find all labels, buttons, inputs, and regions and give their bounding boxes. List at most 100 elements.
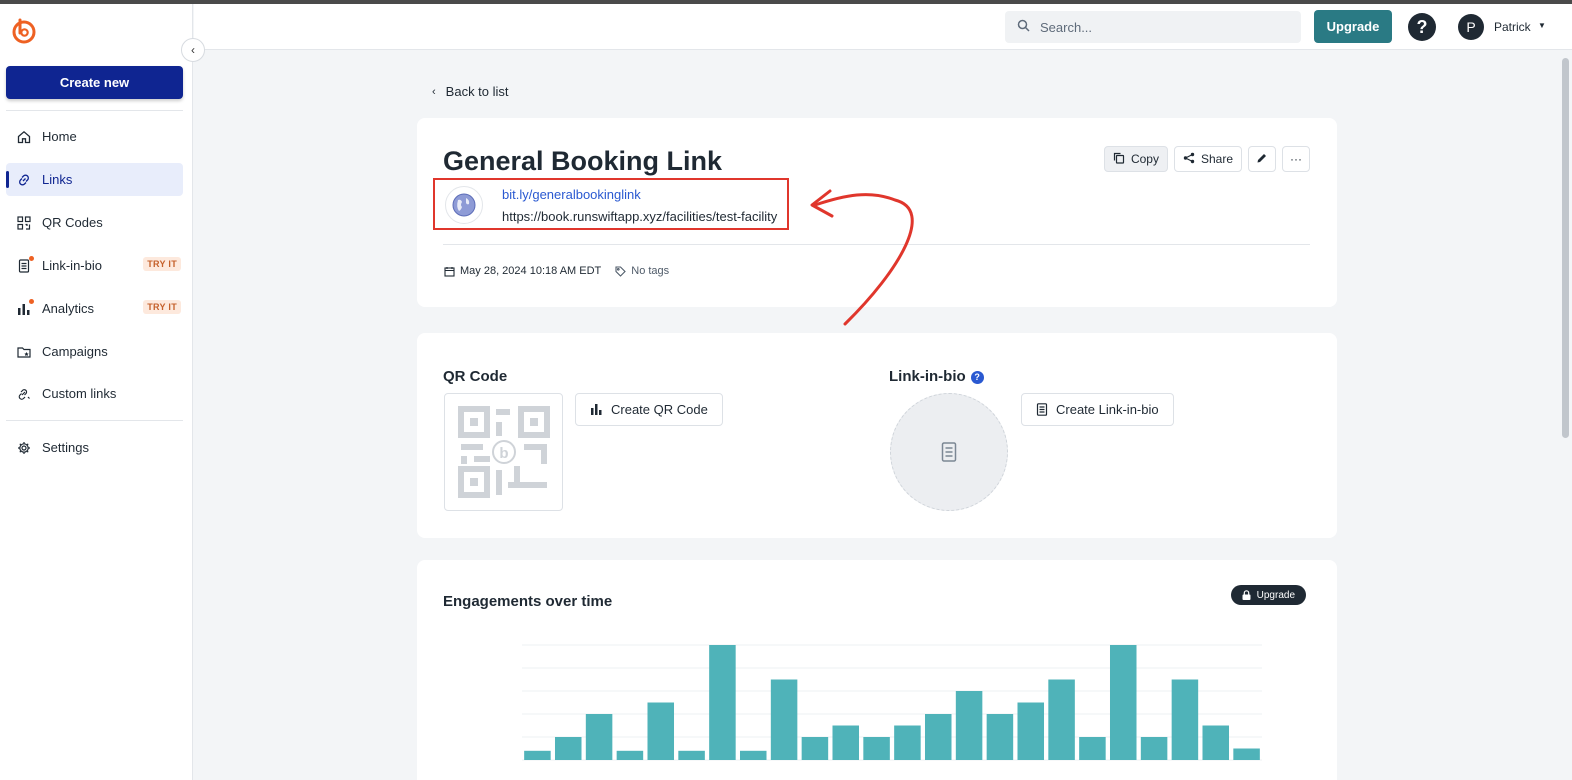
chart-bar[interactable]: [1140, 737, 1168, 760]
chevron-left-icon: ‹: [432, 85, 436, 98]
share-button[interactable]: Share: [1173, 146, 1242, 172]
qr-icon: [16, 215, 32, 231]
help-icon[interactable]: ?: [970, 370, 984, 384]
try-it-badge: TRY IT: [143, 257, 181, 271]
create-new-button[interactable]: Create new: [6, 66, 183, 99]
scrollbar-thumb[interactable]: [1562, 58, 1569, 438]
link-in-bio-title: Link-in-bio?: [889, 368, 984, 385]
sidebar-item-label: Home: [42, 129, 77, 144]
link-in-bio-title-text: Link-in-bio: [889, 368, 966, 385]
avatar[interactable]: P: [1458, 14, 1484, 40]
sidebar-item-label: Campaigns: [42, 344, 108, 359]
chart-bar[interactable]: [770, 679, 798, 761]
engagements-chart: [522, 644, 1262, 761]
sidebar-item-settings[interactable]: Settings: [6, 431, 183, 464]
user-name[interactable]: Patrick: [1494, 20, 1531, 34]
chart-bar[interactable]: [1233, 748, 1260, 761]
bar-chart-icon: [16, 298, 34, 317]
chart-bar[interactable]: [524, 750, 551, 760]
chart-bar[interactable]: [647, 702, 675, 761]
sidebar-item-campaigns[interactable]: Campaigns: [6, 335, 183, 368]
copy-button[interactable]: Copy: [1103, 146, 1168, 172]
chart-bar[interactable]: [801, 737, 829, 760]
chart-bar[interactable]: [1079, 737, 1106, 760]
bitly-logo-icon[interactable]: [10, 16, 38, 44]
chart-bar[interactable]: [709, 645, 736, 760]
home-icon: [16, 129, 32, 145]
notification-dot: [29, 255, 34, 261]
chart-bar[interactable]: [585, 714, 613, 760]
collapse-sidebar-button[interactable]: ‹: [181, 38, 205, 62]
chart-bar[interactable]: [739, 750, 767, 760]
upgrade-button[interactable]: Upgrade: [1314, 10, 1392, 43]
create-link-in-bio-label: Create Link-in-bio: [1056, 402, 1159, 417]
link-meta: May 28, 2024 10:18 AM EDT No tags: [444, 265, 669, 277]
gear-icon: [16, 440, 32, 456]
chart-bar[interactable]: [678, 750, 705, 760]
custom-link-icon: [16, 386, 32, 402]
sidebar-item-qr-codes[interactable]: QR Codes: [6, 206, 183, 239]
link-details-card: General Booking Link Copy Share ··· bit.…: [417, 118, 1337, 307]
engagements-card: Engagements over time Upgrade: [417, 560, 1337, 780]
scrollbar[interactable]: [1558, 50, 1572, 780]
sidebar-item-label: QR Codes: [42, 215, 103, 230]
search-input[interactable]: Search...: [1005, 11, 1301, 43]
page-icon: [941, 442, 957, 462]
chart-bar[interactable]: [894, 725, 921, 761]
sidebar-item-label: Link-in-bio: [42, 258, 102, 273]
chart-bar[interactable]: [955, 691, 983, 760]
chart-bar[interactable]: [1017, 702, 1045, 761]
edit-button[interactable]: [1248, 146, 1276, 172]
search-icon: [1017, 19, 1030, 35]
upgrade-pill-button[interactable]: Upgrade: [1230, 585, 1306, 605]
chart-bar[interactable]: [616, 750, 644, 760]
qr-and-bio-card: QR Code b Create QR Code Link-in-bio? Cr…: [417, 333, 1337, 538]
sidebar-item-home[interactable]: Home: [6, 120, 183, 153]
copy-icon: [1113, 152, 1125, 167]
calendar-icon: [444, 266, 455, 277]
link-actions: Copy Share ···: [1103, 146, 1310, 172]
create-link-in-bio-button[interactable]: Create Link-in-bio: [1021, 393, 1174, 426]
page-title: General Booking Link: [443, 146, 723, 176]
sidebar-divider: [6, 420, 183, 421]
qr-placeholder-icon: b: [457, 406, 550, 498]
sidebar-item-link-in-bio[interactable]: Link-in-bio TRY IT: [6, 249, 183, 282]
sidebar-item-analytics[interactable]: Analytics TRY IT: [6, 292, 183, 325]
more-options-button[interactable]: ···: [1282, 146, 1310, 172]
chart-bar[interactable]: [832, 725, 860, 761]
try-it-badge: TRY IT: [143, 300, 181, 314]
link-icon: [16, 172, 32, 188]
chart-bar[interactable]: [1048, 679, 1075, 761]
copy-label: Copy: [1130, 152, 1159, 166]
chart-bar[interactable]: [1171, 679, 1199, 761]
link-in-bio-preview: [890, 393, 1008, 511]
qr-code-title: QR Code: [443, 368, 508, 385]
chevron-left-icon: ‹: [191, 43, 195, 57]
annotation-highlight-box: [433, 178, 789, 230]
sidebar: Create new Home Links QR Codes Link-in-b…: [0, 4, 193, 780]
chart-bar[interactable]: [1109, 645, 1137, 760]
svg-text:b: b: [499, 445, 508, 462]
engagements-title: Engagements over time: [443, 593, 613, 610]
sidebar-item-label: Analytics: [42, 301, 95, 316]
top-bar: Search... Upgrade ? P Patrick ▼: [194, 4, 1572, 50]
chart-bar[interactable]: [924, 714, 952, 760]
caret-down-icon[interactable]: ▼: [1538, 21, 1546, 30]
sidebar-item-label: Links: [42, 172, 73, 187]
back-to-list-link[interactable]: ‹ Back to list: [432, 84, 509, 99]
chart-bar[interactable]: [863, 737, 890, 760]
chart-bar[interactable]: [986, 714, 1014, 760]
back-label: Back to list: [445, 84, 509, 99]
sidebar-item-links[interactable]: Links: [6, 163, 183, 196]
tags[interactable]: No tags: [615, 265, 669, 277]
search-placeholder: Search...: [1040, 19, 1093, 35]
chart-bar[interactable]: [1202, 725, 1230, 761]
help-icon[interactable]: ?: [1408, 13, 1436, 41]
create-qr-code-button[interactable]: Create QR Code: [575, 393, 723, 426]
more-icon: ···: [1290, 152, 1302, 166]
created-date: May 28, 2024 10:18 AM EDT: [460, 265, 602, 277]
chart-bar[interactable]: [554, 737, 582, 760]
sidebar-item-custom-links[interactable]: Custom links: [6, 377, 183, 410]
notification-dot: [29, 298, 34, 304]
folder-icon: [16, 344, 32, 360]
